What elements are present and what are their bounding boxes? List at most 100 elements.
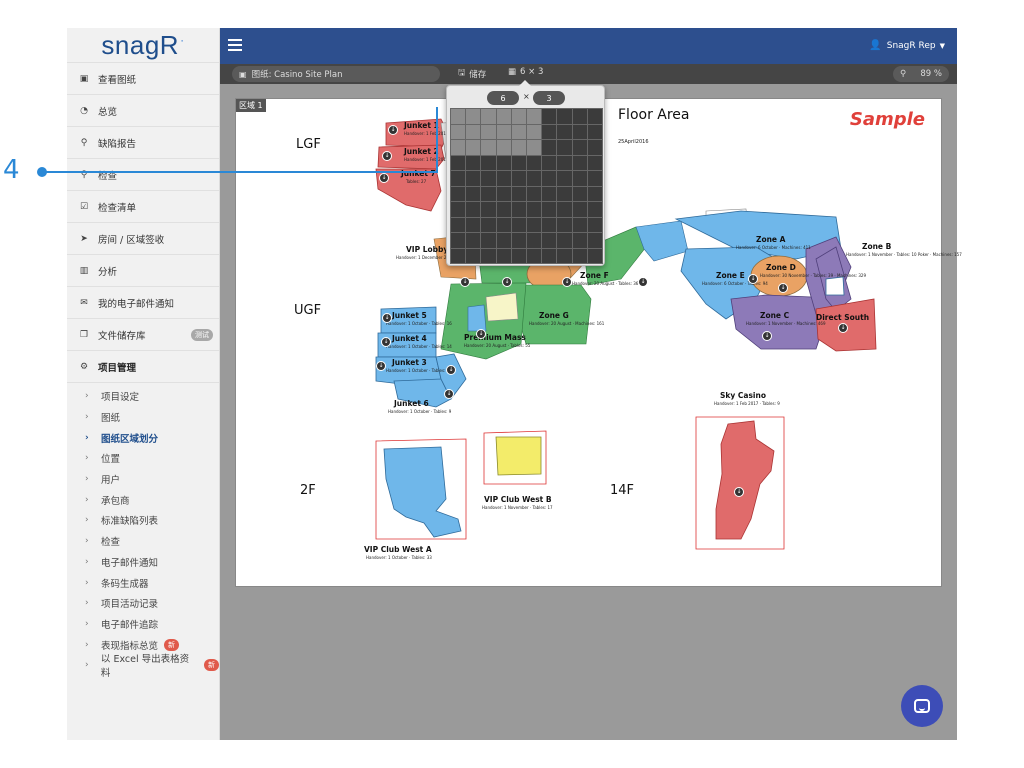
grid-cell[interactable] [572, 248, 587, 263]
grid-cell[interactable] [542, 155, 557, 170]
grid-cell[interactable] [451, 217, 466, 232]
sidebar-item-analysis[interactable]: ▥ 分析 [67, 254, 219, 286]
grid-cell[interactable] [572, 140, 587, 155]
sidebar-item-email-notifications[interactable]: ✉ 我的电子邮件通知 [67, 286, 219, 318]
grid-cell[interactable] [542, 248, 557, 263]
grid-cell[interactable] [481, 124, 496, 139]
grid-cell[interactable] [481, 217, 496, 232]
sidebar-item-overview[interactable]: ◔ 总览 [67, 94, 219, 126]
grid-cell[interactable] [542, 186, 557, 201]
grid-cell[interactable] [557, 171, 572, 186]
grid-cell[interactable] [451, 140, 466, 155]
grid-cell[interactable] [451, 248, 466, 263]
pin-marker[interactable]: ↓ [381, 337, 391, 347]
grid-cell[interactable] [511, 140, 526, 155]
sidebar-item-view-drawings[interactable]: ▣ 查看图纸 [67, 62, 219, 94]
grid-cell[interactable] [511, 155, 526, 170]
grid-cell[interactable] [496, 248, 511, 263]
grid-cell[interactable] [587, 248, 602, 263]
submenu-standard-defects[interactable]: › 标准缺陷列表 [67, 510, 219, 531]
submenu-project-settings[interactable]: › 项目设定 [67, 386, 219, 407]
grid-cell[interactable] [587, 186, 602, 201]
grid-cell[interactable] [542, 202, 557, 217]
grid-cell[interactable] [526, 217, 542, 232]
grid-rows-value[interactable]: 3 [533, 91, 565, 105]
grid-cell[interactable] [511, 186, 526, 201]
grid-cell[interactable] [587, 233, 602, 248]
grid-cell[interactable] [466, 171, 481, 186]
pin-marker[interactable]: ↓ [502, 277, 512, 287]
grid-cell[interactable] [466, 186, 481, 201]
grid-cell[interactable] [526, 124, 542, 139]
grid-cell[interactable] [466, 233, 481, 248]
grid-cell[interactable] [557, 124, 572, 139]
grid-cell[interactable] [572, 186, 587, 201]
pin-marker[interactable]: ↓ [382, 313, 392, 323]
grid-cell[interactable] [466, 248, 481, 263]
grid-cell[interactable] [557, 233, 572, 248]
grid-cell[interactable] [572, 109, 587, 124]
grid-cell[interactable] [587, 124, 602, 139]
grid-cell[interactable] [587, 217, 602, 232]
pin-marker[interactable]: ↓ [388, 125, 398, 135]
grid-cell[interactable] [526, 202, 542, 217]
grid-cells[interactable] [450, 108, 603, 264]
grid-cell[interactable] [557, 186, 572, 201]
grid-cell[interactable] [466, 202, 481, 217]
grid-cell[interactable] [466, 155, 481, 170]
grid-cell[interactable] [451, 186, 466, 201]
grid-cell[interactable] [451, 171, 466, 186]
grid-cell[interactable] [496, 124, 511, 139]
grid-cell[interactable] [587, 202, 602, 217]
grid-cell[interactable] [572, 217, 587, 232]
grid-cell[interactable] [481, 171, 496, 186]
grid-cell[interactable] [557, 109, 572, 124]
submenu-activity-log[interactable]: › 项目活动记录 [67, 593, 219, 614]
grid-cell[interactable] [542, 233, 557, 248]
grid-cell[interactable] [542, 124, 557, 139]
grid-cell[interactable] [511, 124, 526, 139]
plan-selector[interactable]: ▣ 图纸: Casino Site Plan [232, 66, 440, 82]
grid-cell[interactable] [496, 171, 511, 186]
grid-cell[interactable] [542, 171, 557, 186]
submenu-drawing-zoning[interactable]: › 图纸区域划分 [67, 427, 219, 448]
pin-marker[interactable]: ↓ [778, 283, 788, 293]
grid-size-button[interactable]: ▦ 6 × 3 [508, 67, 543, 77]
grid-cell[interactable] [496, 202, 511, 217]
grid-cell[interactable] [542, 109, 557, 124]
submenu-barcode-generator[interactable]: › 条码生成器 [67, 572, 219, 593]
grid-cell[interactable] [542, 140, 557, 155]
pin-marker[interactable]: ↓ [446, 365, 456, 375]
grid-cell[interactable] [572, 202, 587, 217]
pin-marker[interactable]: ↓ [444, 389, 454, 399]
grid-cell[interactable] [511, 217, 526, 232]
submenu-users[interactable]: › 用户 [67, 469, 219, 490]
pin-marker[interactable]: ↓ [379, 173, 389, 183]
pin-marker[interactable]: ↓ [638, 277, 648, 287]
grid-cell[interactable] [526, 155, 542, 170]
snagr-logo[interactable]: snagR · [67, 28, 219, 62]
sidebar-item-file-repository[interactable]: ❐ 文件储存库 测试 [67, 318, 219, 350]
submenu-drawings[interactable]: › 图纸 [67, 407, 219, 428]
grid-cols-value[interactable]: 6 [487, 91, 519, 105]
grid-cell[interactable] [466, 109, 481, 124]
grid-cell[interactable] [542, 217, 557, 232]
grid-cell[interactable] [511, 202, 526, 217]
pin-marker[interactable]: ↓ [460, 277, 470, 287]
sidebar-item-project-management[interactable]: ⚙ 项目管理 [67, 350, 219, 382]
zoom-control[interactable]: ⚲ 89 % [893, 66, 949, 82]
grid-cell[interactable] [481, 233, 496, 248]
pin-marker[interactable]: ↓ [762, 331, 772, 341]
grid-cell[interactable] [481, 202, 496, 217]
grid-cell[interactable] [557, 202, 572, 217]
grid-cell[interactable] [496, 155, 511, 170]
sidebar-item-room-signoff[interactable]: ➤ 房间 / 区域签收 [67, 222, 219, 254]
chat-launcher-button[interactable] [901, 685, 943, 727]
grid-cell[interactable] [557, 140, 572, 155]
grid-cell[interactable] [451, 109, 466, 124]
grid-cell[interactable] [511, 171, 526, 186]
grid-cell[interactable] [572, 171, 587, 186]
pin-marker[interactable]: ↓ [562, 277, 572, 287]
grid-cell[interactable] [526, 233, 542, 248]
hamburger-menu-icon[interactable] [228, 39, 242, 51]
